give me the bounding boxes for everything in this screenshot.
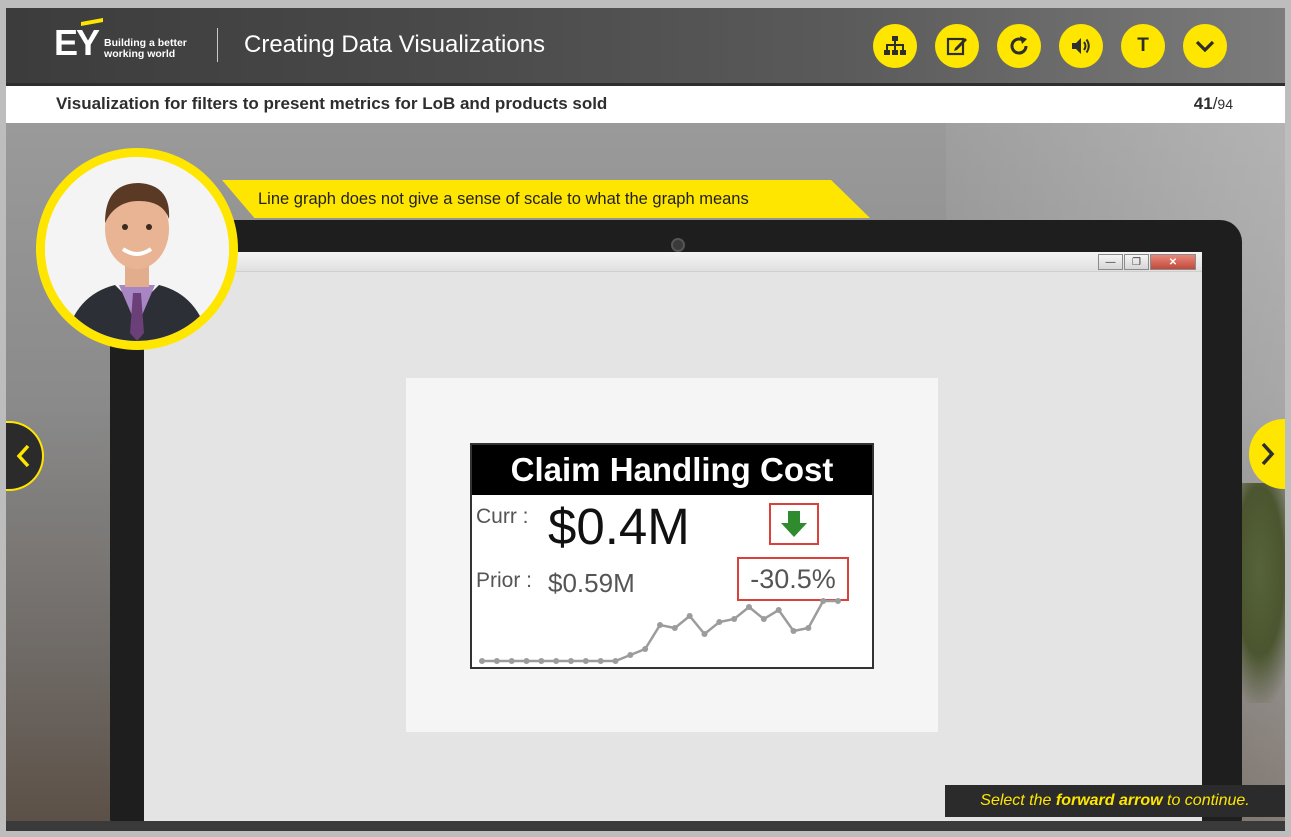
sparkline-point-16 bbox=[701, 631, 708, 637]
laptop-screen: — ❐ ✕ Claim Handling Cost Curr : $0.4M P… bbox=[144, 252, 1202, 830]
sparkline-point-22 bbox=[790, 628, 797, 634]
prior-label: Prior : bbox=[476, 569, 533, 592]
continue-text-pre: Select the bbox=[980, 792, 1056, 809]
logo-tagline: Building a better working world bbox=[104, 38, 187, 60]
page-current: 41 bbox=[1193, 94, 1213, 113]
sparkline-point-20 bbox=[760, 616, 767, 622]
speaker-icon bbox=[1072, 38, 1090, 54]
course-player: EY Building a better working world Creat… bbox=[6, 8, 1285, 831]
sparkline-point-21 bbox=[775, 607, 782, 613]
trend-highlight bbox=[769, 503, 819, 545]
transcript-icon: T bbox=[1137, 35, 1149, 56]
sparkline-chart bbox=[479, 598, 841, 664]
restore-button[interactable]: ❐ bbox=[1124, 254, 1149, 270]
slide-title: Visualization for filters to present met… bbox=[56, 94, 608, 113]
sitemap-button[interactable] bbox=[873, 24, 917, 68]
caption-text: Line graph does not give a sense of scal… bbox=[258, 190, 749, 208]
toolbar: T bbox=[873, 24, 1245, 68]
window-titlebar: — ❐ ✕ bbox=[144, 252, 1202, 272]
sparkline-point-13 bbox=[657, 622, 663, 628]
sparkline-point-3 bbox=[508, 658, 515, 664]
sparkline-point-10 bbox=[612, 658, 619, 664]
continue-text-bold: forward arrow bbox=[1055, 792, 1163, 809]
webcam bbox=[671, 238, 685, 252]
chevron-left-icon bbox=[16, 444, 30, 468]
prior-row: Prior : $0.59M bbox=[476, 568, 635, 598]
sitemap-icon bbox=[884, 36, 906, 55]
chevron-right-icon bbox=[1261, 442, 1275, 466]
sparkline-point-17 bbox=[716, 619, 723, 625]
sparkline-point-8 bbox=[582, 658, 589, 664]
sparkline-point-11 bbox=[627, 652, 634, 658]
continue-text-post: to continue. bbox=[1162, 792, 1250, 809]
curr-value: $0.4M bbox=[548, 498, 690, 555]
page-counter: 41/94 bbox=[1194, 94, 1233, 114]
sparkline-point-6 bbox=[553, 658, 560, 664]
current-row: Curr : $0.4M bbox=[476, 498, 690, 555]
minimize-button[interactable]: — bbox=[1098, 254, 1123, 270]
notes-button[interactable] bbox=[935, 24, 979, 68]
sparkline-point-12 bbox=[642, 646, 649, 652]
header-bar: EY Building a better working world Creat… bbox=[6, 8, 1285, 83]
page-total: 94 bbox=[1217, 96, 1233, 112]
sparkline-point-14 bbox=[671, 625, 678, 631]
menu-button[interactable] bbox=[1183, 24, 1227, 68]
logo-tagline-line2: working world bbox=[104, 48, 176, 60]
sparkline-point-24 bbox=[820, 598, 827, 604]
slide-title-bar: Visualization for filters to present met… bbox=[6, 83, 1285, 123]
kpi-card: Claim Handling Cost Curr : $0.4M Prior :… bbox=[470, 443, 874, 669]
sparkline-point-25 bbox=[835, 598, 841, 604]
sparkline-point-7 bbox=[568, 658, 574, 664]
sparkline-point-23 bbox=[805, 625, 812, 631]
continue-prompt: Select the forward arrow to continue. bbox=[945, 785, 1285, 817]
sparkline-point-18 bbox=[731, 616, 738, 622]
sparkline-point-4 bbox=[523, 658, 530, 664]
bottom-strip bbox=[6, 821, 1285, 831]
header-divider bbox=[217, 28, 218, 62]
sparkline-point-9 bbox=[597, 658, 604, 664]
course-title: Creating Data Visualizations bbox=[244, 31, 546, 58]
ey-logo: EY Building a better working world bbox=[54, 18, 187, 63]
sparkline-point-19 bbox=[746, 604, 752, 610]
edit-icon bbox=[946, 37, 967, 56]
sparkline-point-2 bbox=[493, 658, 500, 664]
kpi-title: Claim Handling Cost bbox=[472, 445, 872, 495]
window-controls: — ❐ ✕ bbox=[1097, 254, 1196, 270]
sparkline-point-5 bbox=[538, 658, 545, 664]
audio-button[interactable] bbox=[1059, 24, 1103, 68]
replay-icon bbox=[1010, 36, 1028, 55]
sparkline-series bbox=[482, 599, 838, 663]
arrow-down-icon bbox=[781, 511, 807, 537]
chevron-down-icon bbox=[1195, 40, 1215, 53]
replay-button[interactable] bbox=[997, 24, 1041, 68]
sparkline-point-1 bbox=[479, 658, 485, 664]
sparkline-point-15 bbox=[686, 613, 693, 619]
curr-label: Curr : bbox=[476, 505, 529, 528]
close-button[interactable]: ✕ bbox=[1150, 254, 1196, 270]
logo-mark: EY bbox=[54, 22, 100, 63]
presenter-avatar bbox=[36, 148, 238, 350]
presenter-photo bbox=[45, 157, 229, 341]
transcript-button[interactable]: T bbox=[1121, 24, 1165, 68]
